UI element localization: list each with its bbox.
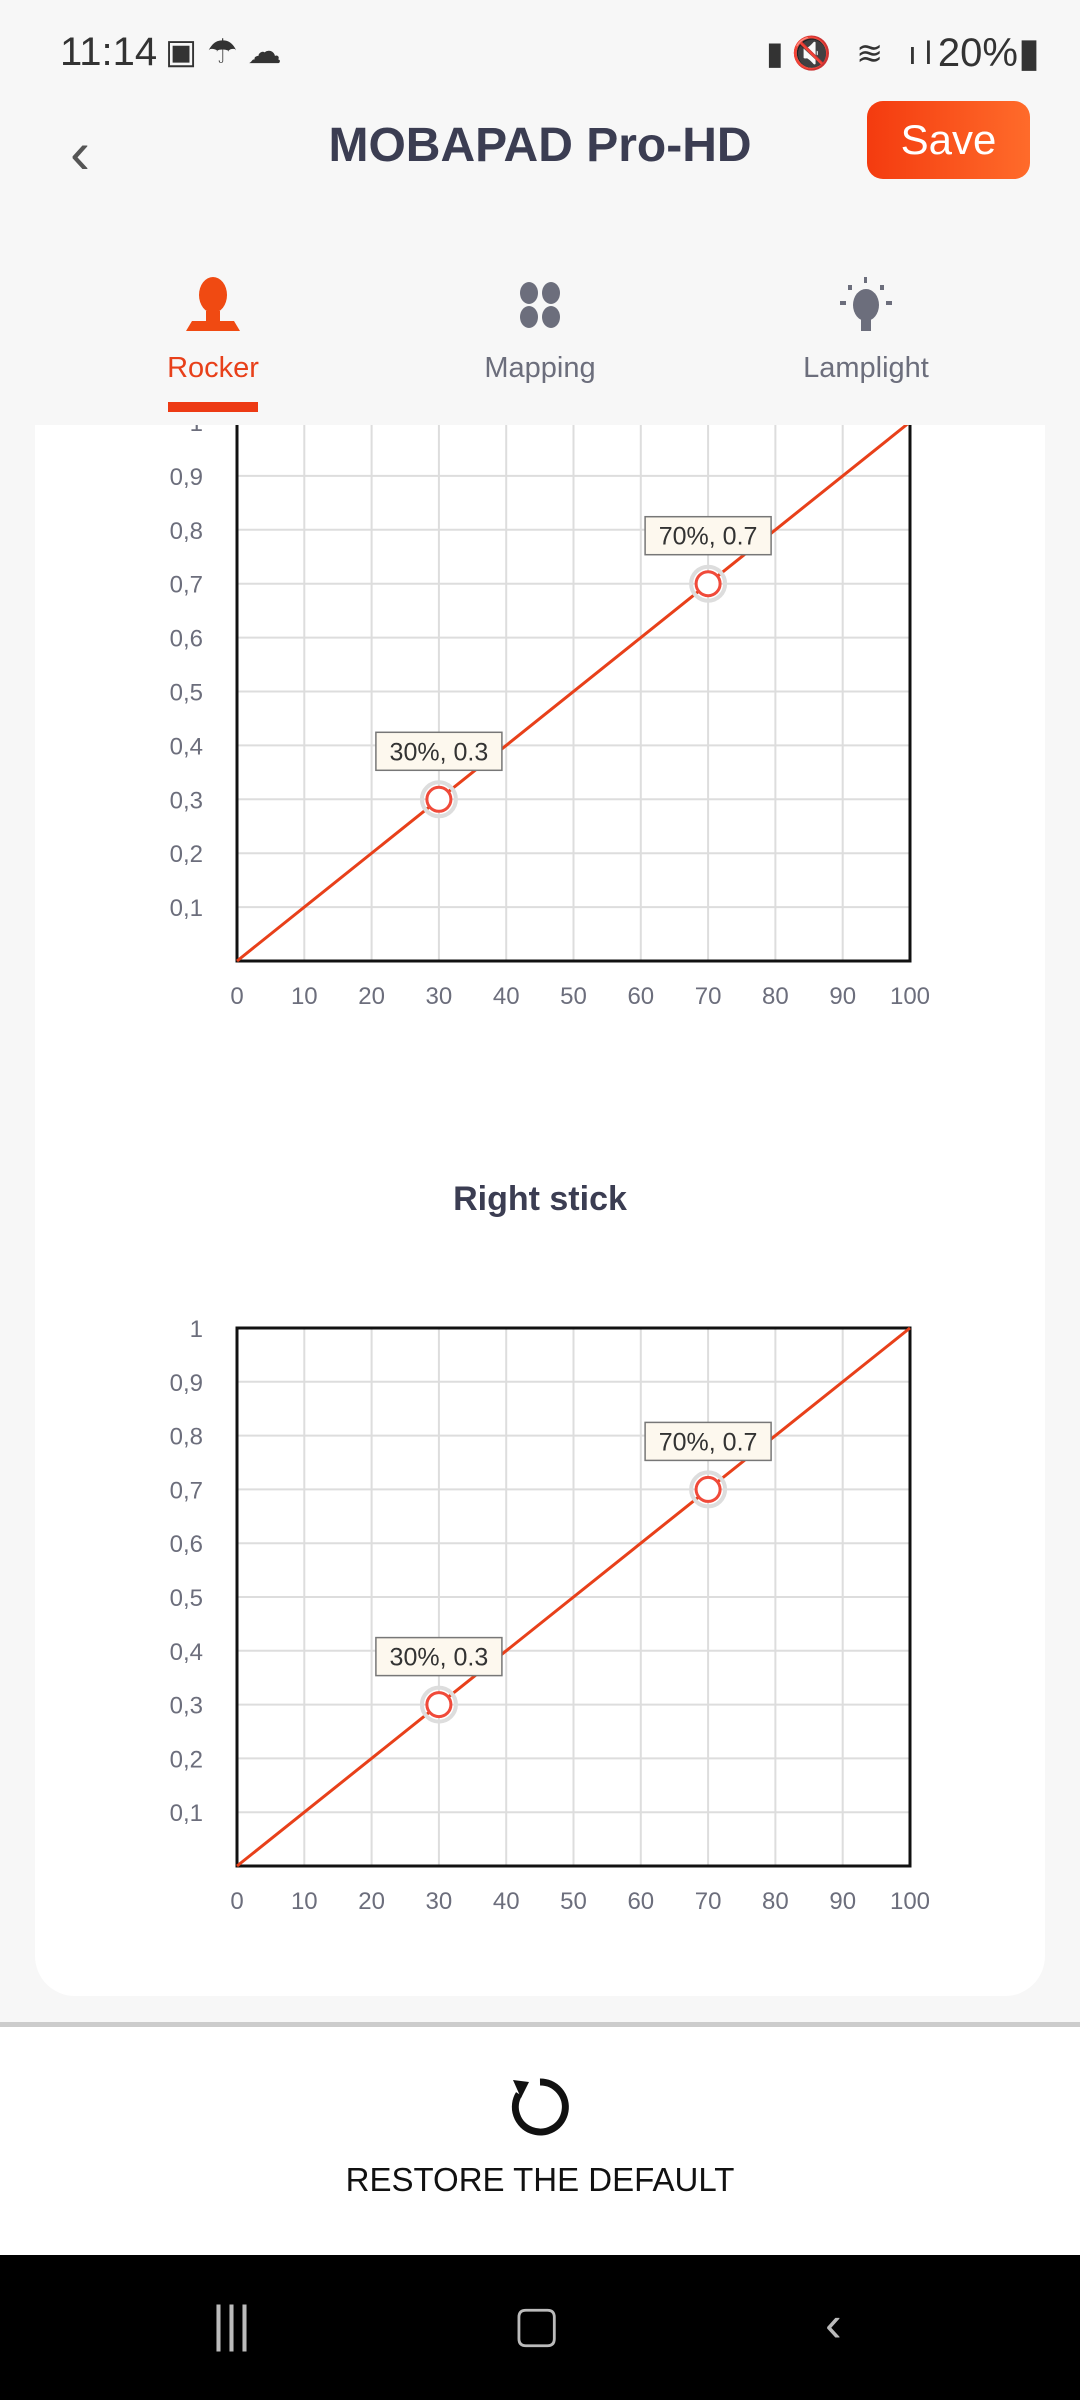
y-tick-label: 0,9 bbox=[170, 1370, 203, 1397]
restore-icon bbox=[511, 2078, 569, 2136]
point-tooltip-label: 70%, 0.7 bbox=[659, 1428, 758, 1456]
tab-label: Lamplight bbox=[803, 352, 929, 384]
restore-label: RESTORE THE DEFAULT bbox=[345, 2161, 735, 2198]
tab-mapping[interactable]: Mapping bbox=[420, 270, 660, 385]
x-tick-label: 20 bbox=[358, 1888, 385, 1915]
clock: 11:14 bbox=[60, 30, 158, 74]
x-tick-label: 0 bbox=[230, 1888, 243, 1915]
y-tick-label: 0,1 bbox=[170, 1800, 203, 1827]
app-header: ‹ MOBAPAD Pro-HD Save Rocker Mapping Lam… bbox=[0, 100, 1080, 425]
x-tick-label: 50 bbox=[560, 1888, 587, 1915]
tab-lamplight[interactable]: Lamplight bbox=[746, 270, 986, 385]
curve-control-point[interactable] bbox=[425, 1691, 453, 1719]
y-tick-label: 0,8 bbox=[170, 1424, 203, 1451]
recent-apps-icon[interactable]: ||| bbox=[212, 2295, 251, 2353]
tab-rocker[interactable]: Rocker bbox=[93, 270, 333, 385]
curve-control-point[interactable] bbox=[694, 1475, 722, 1503]
y-tick-label: 0,2 bbox=[170, 1746, 203, 1773]
y-tick-label: 0,3 bbox=[170, 1693, 203, 1720]
system-nav-bar: ||| ▢ ‹ bbox=[0, 2255, 1080, 2400]
restore-default-button[interactable]: RESTORE THE DEFAULT bbox=[0, 2072, 1080, 2199]
point-tooltip-label: 30%, 0.3 bbox=[390, 1644, 489, 1672]
home-icon[interactable]: ▢ bbox=[513, 2295, 560, 2353]
battery-text: 20% bbox=[937, 31, 1018, 75]
x-tick-label: 60 bbox=[627, 1888, 654, 1915]
bulb-icon bbox=[746, 270, 986, 340]
system-icons: ▮🔇 ≋ ıl bbox=[765, 35, 940, 71]
x-tick-label: 100 bbox=[890, 1888, 930, 1915]
x-tick-label: 30 bbox=[426, 1888, 453, 1915]
back-nav-icon[interactable]: ‹ bbox=[825, 2295, 842, 2353]
four-dots-icon bbox=[420, 270, 660, 340]
joystick-icon bbox=[93, 270, 333, 340]
battery-level: 20%▮ bbox=[937, 31, 1040, 75]
x-tick-label: 10 bbox=[291, 1888, 318, 1915]
x-tick-label: 70 bbox=[695, 1888, 722, 1915]
tab-label: Rocker bbox=[167, 352, 259, 384]
status-bar: 11:14 ▣☂☁ ▮🔇 ≋ ıl 20%▮ bbox=[0, 0, 1080, 100]
active-tab-indicator bbox=[168, 402, 258, 412]
tab-label: Mapping bbox=[484, 352, 596, 384]
y-tick-label: 0,4 bbox=[170, 1639, 203, 1666]
save-button[interactable]: Save bbox=[867, 101, 1030, 179]
y-tick-label: 0,6 bbox=[170, 1531, 203, 1558]
footer-bar: RESTORE THE DEFAULT bbox=[0, 2022, 1080, 2255]
x-tick-label: 80 bbox=[762, 1888, 789, 1915]
notification-icons: ▣☂☁ bbox=[165, 33, 292, 71]
y-tick-label: 0,5 bbox=[170, 1585, 203, 1612]
y-tick-label: 1 bbox=[190, 1316, 203, 1343]
x-tick-label: 40 bbox=[493, 1888, 520, 1915]
y-tick-label: 0,7 bbox=[170, 1477, 203, 1504]
x-tick-label: 90 bbox=[829, 1888, 856, 1915]
